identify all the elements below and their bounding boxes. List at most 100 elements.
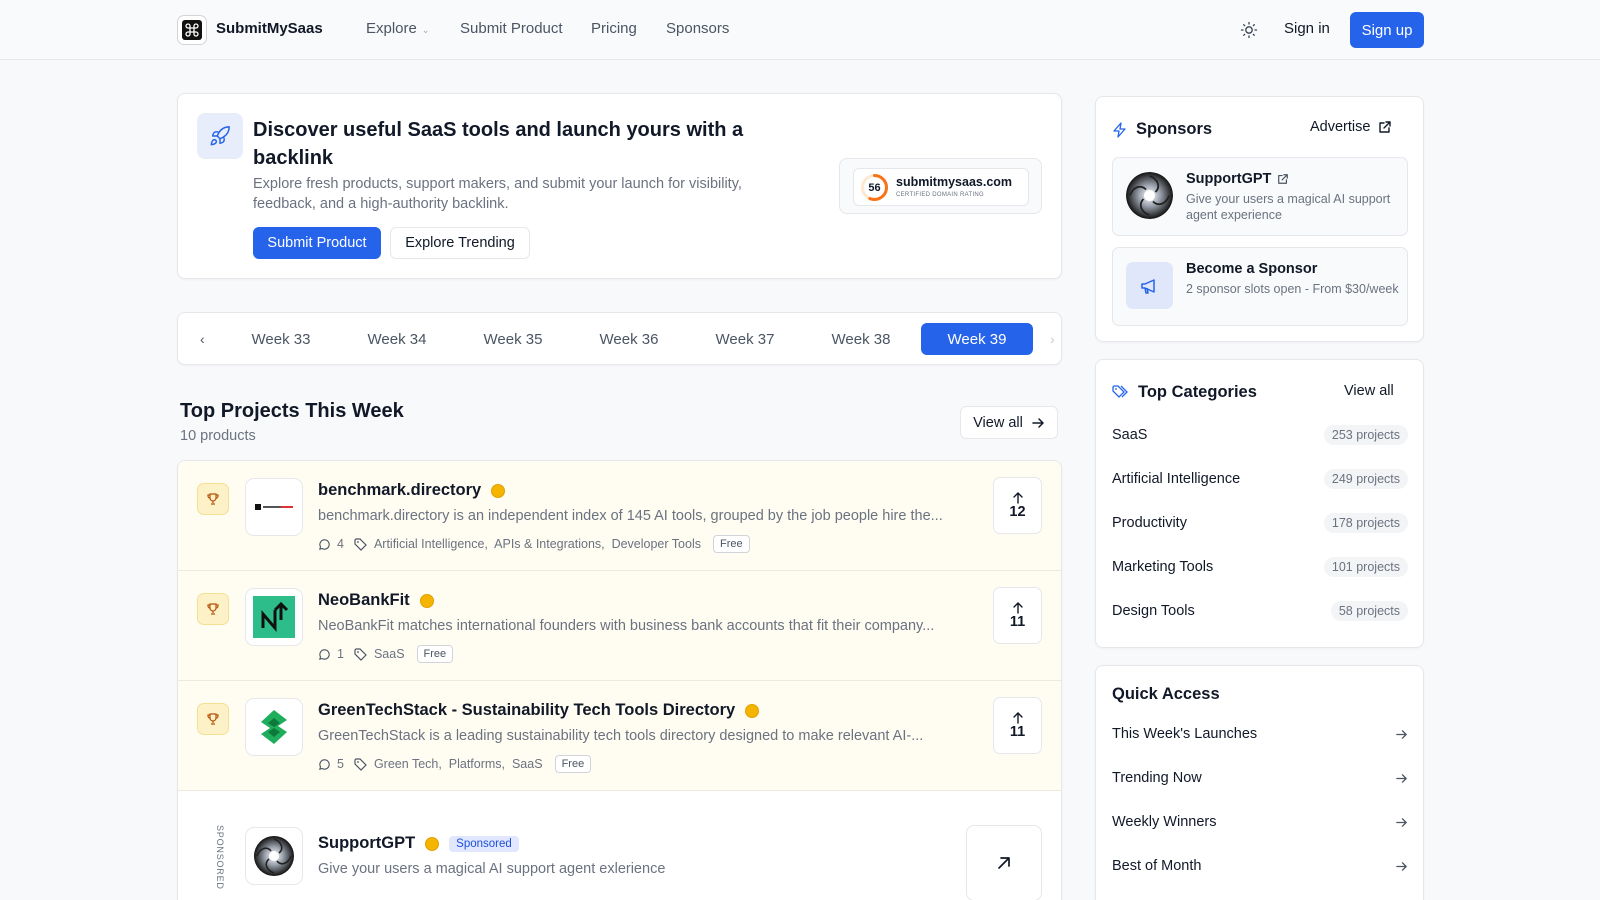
arrow-up-icon [1012,711,1023,724]
quick-link-weekly-winners[interactable]: Weekly Winners [1112,812,1408,834]
nav-explore-label: Explore [366,20,417,37]
gold-badge-icon [425,836,440,851]
top-categories-card: Top Categories View all SaaS 253 project… [1095,359,1424,648]
product-description: Give your users a magical AI support age… [318,861,666,877]
lightning-icon [1113,121,1126,138]
product-categories[interactable]: Green Tech, Platforms, SaaS [374,757,543,771]
quick-link-trending-now[interactable]: Trending Now [1112,768,1408,790]
quick-link-this-weeks-launches[interactable]: This Week's Launches [1112,724,1408,746]
quick-link-best-of-month[interactable]: Best of Month [1112,856,1408,878]
upvote-button[interactable]: 12 [993,477,1042,534]
arrow-right-icon [1396,818,1407,827]
nav-pricing[interactable]: Pricing [591,20,637,37]
category-count: 249 projects [1323,469,1408,489]
supportgpt-logo [1126,172,1173,219]
become-sponsor-description: 2 sponsor slots open - From $30/week [1186,282,1399,296]
comment-count: 5 [337,757,344,771]
product-meta: 4 Artificial Intelligence, APIs & Integr… [318,535,750,553]
become-sponsor-item[interactable]: Become a Sponsor 2 sponsor slots open - … [1112,247,1408,326]
sponsor-item[interactable]: SupportGPT Give your users a magical AI … [1112,157,1408,236]
arrow-up-right-icon [998,857,1010,869]
brand-name[interactable]: SubmitMySaas [216,20,323,37]
product-meta: 5 Green Tech, Platforms, SaaS Free [318,755,592,773]
chevron-left-icon[interactable]: ‹ [200,331,205,347]
product-row[interactable]: benchmark.directory benchmark.directory … [178,461,1061,571]
explore-trending-button[interactable]: Explore Trending [390,227,530,259]
upvote-button[interactable]: 11 [993,697,1042,754]
view-all-label: View all [973,414,1023,431]
tab-week-34[interactable]: Week 34 [341,323,453,355]
view-all-button[interactable]: View all [960,406,1058,439]
logo-icon[interactable] [177,15,207,45]
category-name: SaaS [1112,427,1148,443]
product-row[interactable]: NeoBankFit NeoBankFit matches internatio… [178,571,1061,681]
tab-week-39[interactable]: Week 39 [921,323,1033,355]
product-categories[interactable]: SaaS [374,647,405,661]
product-row[interactable]: GreenTechStack - Sustainability Tech Too… [178,681,1061,791]
category-count: 178 projects [1323,513,1408,533]
product-logo[interactable] [245,827,303,885]
upvote-count: 12 [1009,503,1026,520]
tab-week-35[interactable]: Week 35 [457,323,569,355]
product-logo[interactable] [245,588,303,646]
product-description: benchmark.directory is an independent in… [318,508,943,524]
product-name-text: benchmark.directory [318,481,482,499]
domain-rating-badge[interactable]: 56 submitmysaas.com CERTIFIED DOMAIN RAT… [839,158,1042,214]
tab-week-38[interactable]: Week 38 [805,323,917,355]
badge-label: CERTIFIED DOMAIN RATING [896,192,985,198]
chevron-down-icon: ⌄ [421,25,430,35]
sun-icon[interactable] [1240,21,1258,39]
external-link-button[interactable] [966,825,1042,900]
rocket-icon [197,113,243,159]
nav-sponsors[interactable]: Sponsors [666,20,729,37]
tab-week-33[interactable]: Week 33 [225,323,337,355]
categories-view-all-link[interactable]: View all [1344,383,1394,399]
trophy-icon [197,593,229,625]
hero-card: Discover useful SaaS tools and launch yo… [177,93,1062,279]
nav-explore[interactable]: Explore ⌄ [366,20,429,37]
tag-icon [354,537,367,551]
rating-number: 56 [868,181,881,194]
product-name[interactable]: SupportGPT Sponsored [318,834,519,853]
tab-week-37[interactable]: Week 37 [689,323,801,355]
upvote-button[interactable]: 11 [993,587,1042,644]
gold-badge-icon [491,483,506,498]
advertise-link[interactable]: Advertise [1310,119,1392,135]
arrow-right-icon [1032,417,1044,428]
quick-link-label: Best of Month [1112,858,1202,874]
sign-in-link[interactable]: Sign in [1284,20,1330,37]
arrow-right-icon [1396,774,1407,783]
trophy-icon [197,703,229,735]
sponsor-name[interactable]: SupportGPT [1186,171,1289,187]
external-link-icon [1379,121,1392,133]
sponsors-title-text: Sponsors [1136,120,1213,138]
product-name[interactable]: GreenTechStack - Sustainability Tech Too… [318,701,760,720]
sponsor-name-text: SupportGPT [1186,171,1272,187]
upvote-count: 11 [1009,723,1026,740]
category-row-marketing[interactable]: Marketing Tools 101 projects [1112,556,1408,580]
submit-product-button[interactable]: Submit Product [253,227,381,259]
product-name[interactable]: NeoBankFit [318,591,434,610]
category-row-saas[interactable]: SaaS 253 projects [1112,424,1408,448]
sponsored-vertical-text: SPONSORED [215,825,225,890]
product-name-text: SupportGPT [318,834,416,852]
product-count: 10 products [180,428,256,444]
product-name-text: NeoBankFit [318,591,410,609]
categories-title-text: Top Categories [1138,383,1257,401]
product-name[interactable]: benchmark.directory [318,481,506,500]
tab-week-36[interactable]: Week 36 [573,323,685,355]
category-row-ai[interactable]: Artificial Intelligence 249 projects [1112,468,1408,492]
category-row-productivity[interactable]: Productivity 178 projects [1112,512,1408,536]
sponsored-row[interactable]: SPONSORED SupportGPT Sponsored Give your… [178,791,1061,900]
pricing-badge: Free [712,535,750,553]
product-logo[interactable] [245,478,303,536]
category-count: 253 projects [1323,425,1408,445]
sign-up-button[interactable]: Sign up [1350,12,1424,48]
chevron-right-icon[interactable]: › [1050,331,1055,347]
product-name-text: GreenTechStack - Sustainability Tech Too… [318,701,736,719]
hero-title: Discover useful SaaS tools and launch yo… [253,119,744,169]
category-row-design[interactable]: Design Tools 58 projects [1112,600,1408,624]
product-categories[interactable]: Artificial Intelligence, APIs & Integrat… [374,537,701,551]
product-logo[interactable] [245,698,303,756]
nav-submit-product[interactable]: Submit Product [460,20,563,37]
